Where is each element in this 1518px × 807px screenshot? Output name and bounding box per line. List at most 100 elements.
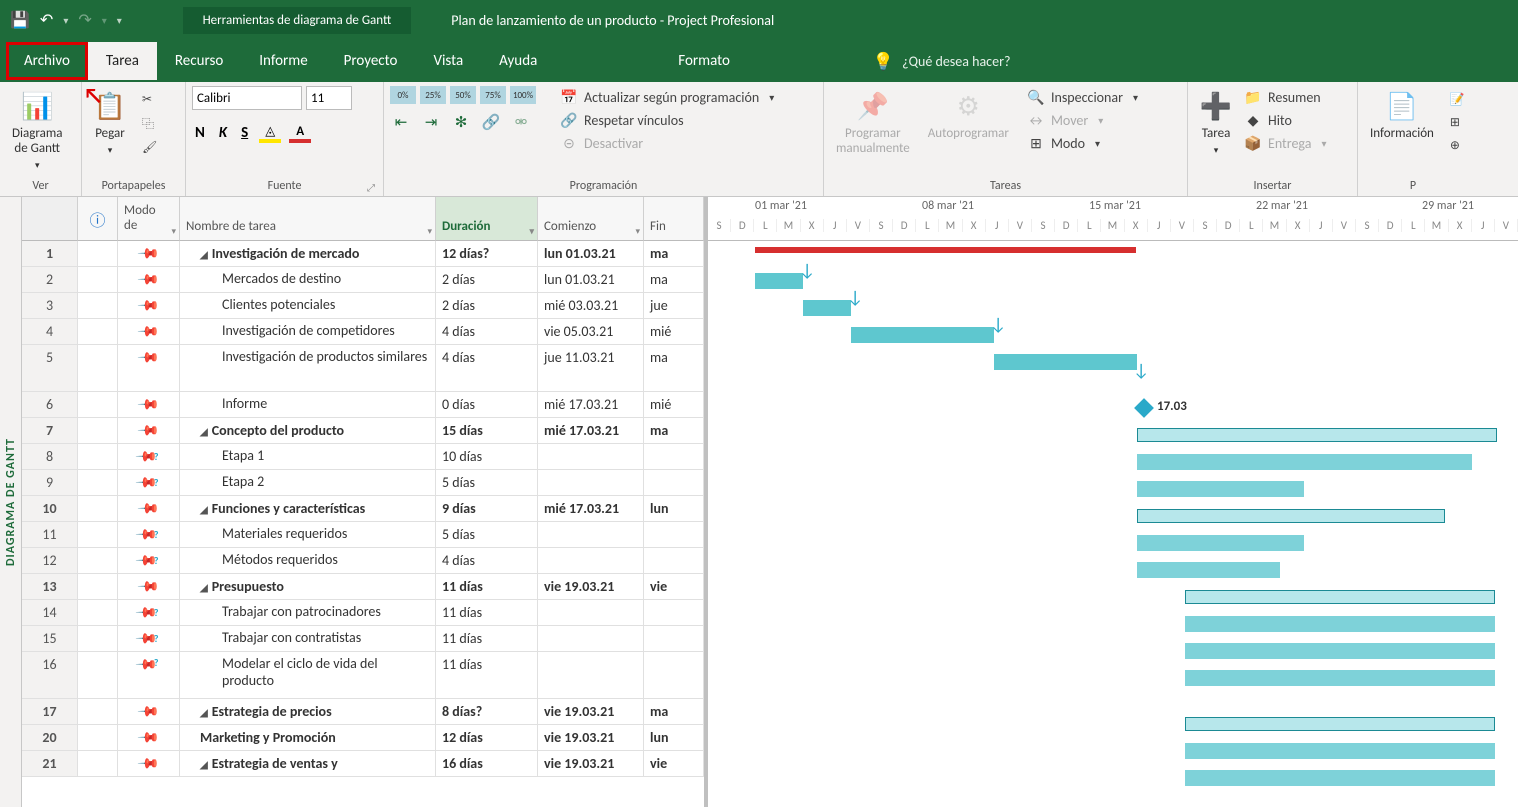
insert-summary-button[interactable]: 📁Resumen bbox=[1244, 86, 1326, 109]
tab-tarea[interactable]: Tarea bbox=[88, 42, 157, 80]
fill-color-button[interactable]: ◬ bbox=[259, 124, 281, 143]
duration-cell[interactable]: 11 días bbox=[436, 574, 538, 599]
duration-cell[interactable]: 5 días bbox=[436, 522, 538, 547]
table-row[interactable]: 13📌◢Presupuesto11 díasvie 19.03.21vie bbox=[22, 574, 704, 600]
tab-archivo[interactable]: Archivo bbox=[6, 42, 88, 80]
gantt-bar[interactable] bbox=[755, 247, 1136, 253]
name-cell[interactable]: Investigación de competidores bbox=[180, 319, 436, 344]
duration-cell[interactable]: 0 días bbox=[436, 392, 538, 417]
mode-cell[interactable]: 📌? bbox=[118, 548, 180, 573]
gantt-row[interactable] bbox=[708, 349, 1518, 395]
start-cell[interactable] bbox=[538, 470, 644, 495]
finish-column-header[interactable]: Fin bbox=[644, 197, 704, 241]
finish-cell[interactable]: ma bbox=[644, 267, 704, 292]
name-cell[interactable]: Etapa 2 bbox=[180, 470, 436, 495]
mode-button[interactable]: ⊞Modo▾ bbox=[1027, 132, 1138, 155]
redo-icon[interactable]: ↷ bbox=[78, 10, 91, 30]
finish-cell[interactable] bbox=[644, 522, 704, 547]
gantt-row[interactable] bbox=[708, 241, 1518, 268]
start-cell[interactable]: vie 19.03.21 bbox=[538, 725, 644, 750]
info-cell[interactable] bbox=[78, 470, 118, 495]
gantt-bar[interactable] bbox=[1137, 481, 1304, 497]
name-cell[interactable]: ◢Concepto del producto bbox=[180, 418, 436, 443]
info-column-header[interactable]: ⓘ bbox=[78, 197, 118, 241]
mode-cell[interactable]: 📌? bbox=[118, 600, 180, 625]
pct-100-button[interactable]: 100% bbox=[510, 86, 536, 104]
start-cell[interactable] bbox=[538, 444, 644, 469]
row-number[interactable]: 14 bbox=[22, 600, 78, 625]
row-number[interactable]: 12 bbox=[22, 548, 78, 573]
table-row[interactable]: 7📌◢Concepto del producto15 díasmié 17.03… bbox=[22, 418, 704, 444]
finish-cell[interactable]: ma bbox=[644, 241, 704, 266]
mode-cell[interactable]: 📌 bbox=[118, 496, 180, 521]
row-number[interactable]: 2 bbox=[22, 267, 78, 292]
table-row[interactable]: 3📌Clientes potenciales2 díasmié 03.03.21… bbox=[22, 293, 704, 319]
info-cell[interactable] bbox=[78, 699, 118, 724]
name-cell[interactable]: Trabajar con patrocinadores bbox=[180, 600, 436, 625]
gantt-row[interactable] bbox=[708, 530, 1518, 557]
duration-cell[interactable]: 11 días bbox=[436, 600, 538, 625]
gantt-row[interactable] bbox=[708, 711, 1518, 738]
schedule-manually-button[interactable]: 📌 Programar manualmente bbox=[830, 86, 916, 160]
row-number[interactable]: 7 bbox=[22, 418, 78, 443]
undo-dropdown-icon[interactable]: ▾ bbox=[63, 14, 68, 27]
mode-cell[interactable]: 📌? bbox=[118, 444, 180, 469]
gantt-bar[interactable] bbox=[1185, 590, 1495, 604]
gantt-bar[interactable] bbox=[1137, 454, 1472, 470]
duration-cell[interactable]: 15 días bbox=[436, 418, 538, 443]
table-row[interactable]: 10📌◢Funciones y características9 díasmié… bbox=[22, 496, 704, 522]
name-cell[interactable]: ◢Presupuesto bbox=[180, 574, 436, 599]
qat-customize-icon[interactable]: ▾ bbox=[117, 14, 122, 27]
info-cell[interactable] bbox=[78, 392, 118, 417]
tab-vista[interactable]: Vista bbox=[415, 42, 481, 80]
mode-cell[interactable]: 📌? bbox=[118, 652, 180, 698]
font-name-select[interactable] bbox=[192, 86, 302, 110]
name-cell[interactable]: Trabajar con contratistas bbox=[180, 626, 436, 651]
cut-icon[interactable]: ✂ bbox=[138, 90, 161, 109]
save-icon[interactable]: 💾 bbox=[10, 10, 30, 30]
pct-50-button[interactable]: 50% bbox=[450, 86, 476, 104]
info-cell[interactable] bbox=[78, 522, 118, 547]
gantt-row[interactable]: 17.03 bbox=[708, 395, 1518, 422]
info-cell[interactable] bbox=[78, 626, 118, 651]
tell-me-search[interactable]: 💡 ¿Qué desea hacer? bbox=[873, 51, 1011, 72]
table-row[interactable]: 16📌?Modelar el ciclo de vida del product… bbox=[22, 652, 704, 699]
insert-milestone-button[interactable]: ◆Hito bbox=[1244, 109, 1326, 132]
start-cell[interactable]: mié 03.03.21 bbox=[538, 293, 644, 318]
milestone-marker[interactable] bbox=[1134, 398, 1154, 418]
mode-cell[interactable]: 📌 bbox=[118, 699, 180, 724]
finish-cell[interactable] bbox=[644, 548, 704, 573]
undo-icon[interactable]: ↶ bbox=[40, 10, 53, 30]
gantt-bar[interactable] bbox=[994, 354, 1137, 370]
mode-cell[interactable]: 📌 bbox=[118, 574, 180, 599]
row-number[interactable]: 15 bbox=[22, 626, 78, 651]
mode-cell[interactable]: 📌? bbox=[118, 470, 180, 495]
gantt-bar[interactable] bbox=[851, 327, 994, 343]
mode-cell[interactable]: 📌 bbox=[118, 751, 180, 776]
start-cell[interactable]: vie 19.03.21 bbox=[538, 699, 644, 724]
info-cell[interactable] bbox=[78, 444, 118, 469]
gantt-bar[interactable] bbox=[1185, 643, 1495, 659]
table-row[interactable]: 9📌?Etapa 25 días bbox=[22, 470, 704, 496]
name-cell[interactable]: Materiales requeridos bbox=[180, 522, 436, 547]
gantt-row[interactable] bbox=[708, 557, 1518, 584]
start-cell[interactable] bbox=[538, 626, 644, 651]
table-row[interactable]: 1📌◢Investigación de mercado12 días?lun 0… bbox=[22, 241, 704, 267]
name-cell[interactable]: ◢Funciones y características bbox=[180, 496, 436, 521]
name-cell[interactable]: Informe bbox=[180, 392, 436, 417]
mode-cell[interactable]: 📌 bbox=[118, 267, 180, 292]
respect-links-button[interactable]: 🔗Respetar vínculos bbox=[560, 109, 774, 132]
name-cell[interactable]: Mercados de destino bbox=[180, 267, 436, 292]
start-cell[interactable]: vie 19.03.21 bbox=[538, 751, 644, 776]
timescale[interactable]: 01 mar '2108 mar '2115 mar '2122 mar '21… bbox=[708, 197, 1518, 241]
gantt-bar[interactable] bbox=[1185, 717, 1495, 731]
info-cell[interactable] bbox=[78, 751, 118, 776]
info-cell[interactable] bbox=[78, 496, 118, 521]
duration-cell[interactable]: 2 días bbox=[436, 267, 538, 292]
start-cell[interactable]: mié 17.03.21 bbox=[538, 392, 644, 417]
start-cell[interactable] bbox=[538, 548, 644, 573]
format-painter-icon[interactable]: 🖌 bbox=[138, 138, 161, 157]
duration-cell[interactable]: 2 días bbox=[436, 293, 538, 318]
gantt-row[interactable] bbox=[708, 503, 1518, 530]
gantt-bar[interactable] bbox=[1137, 562, 1280, 578]
